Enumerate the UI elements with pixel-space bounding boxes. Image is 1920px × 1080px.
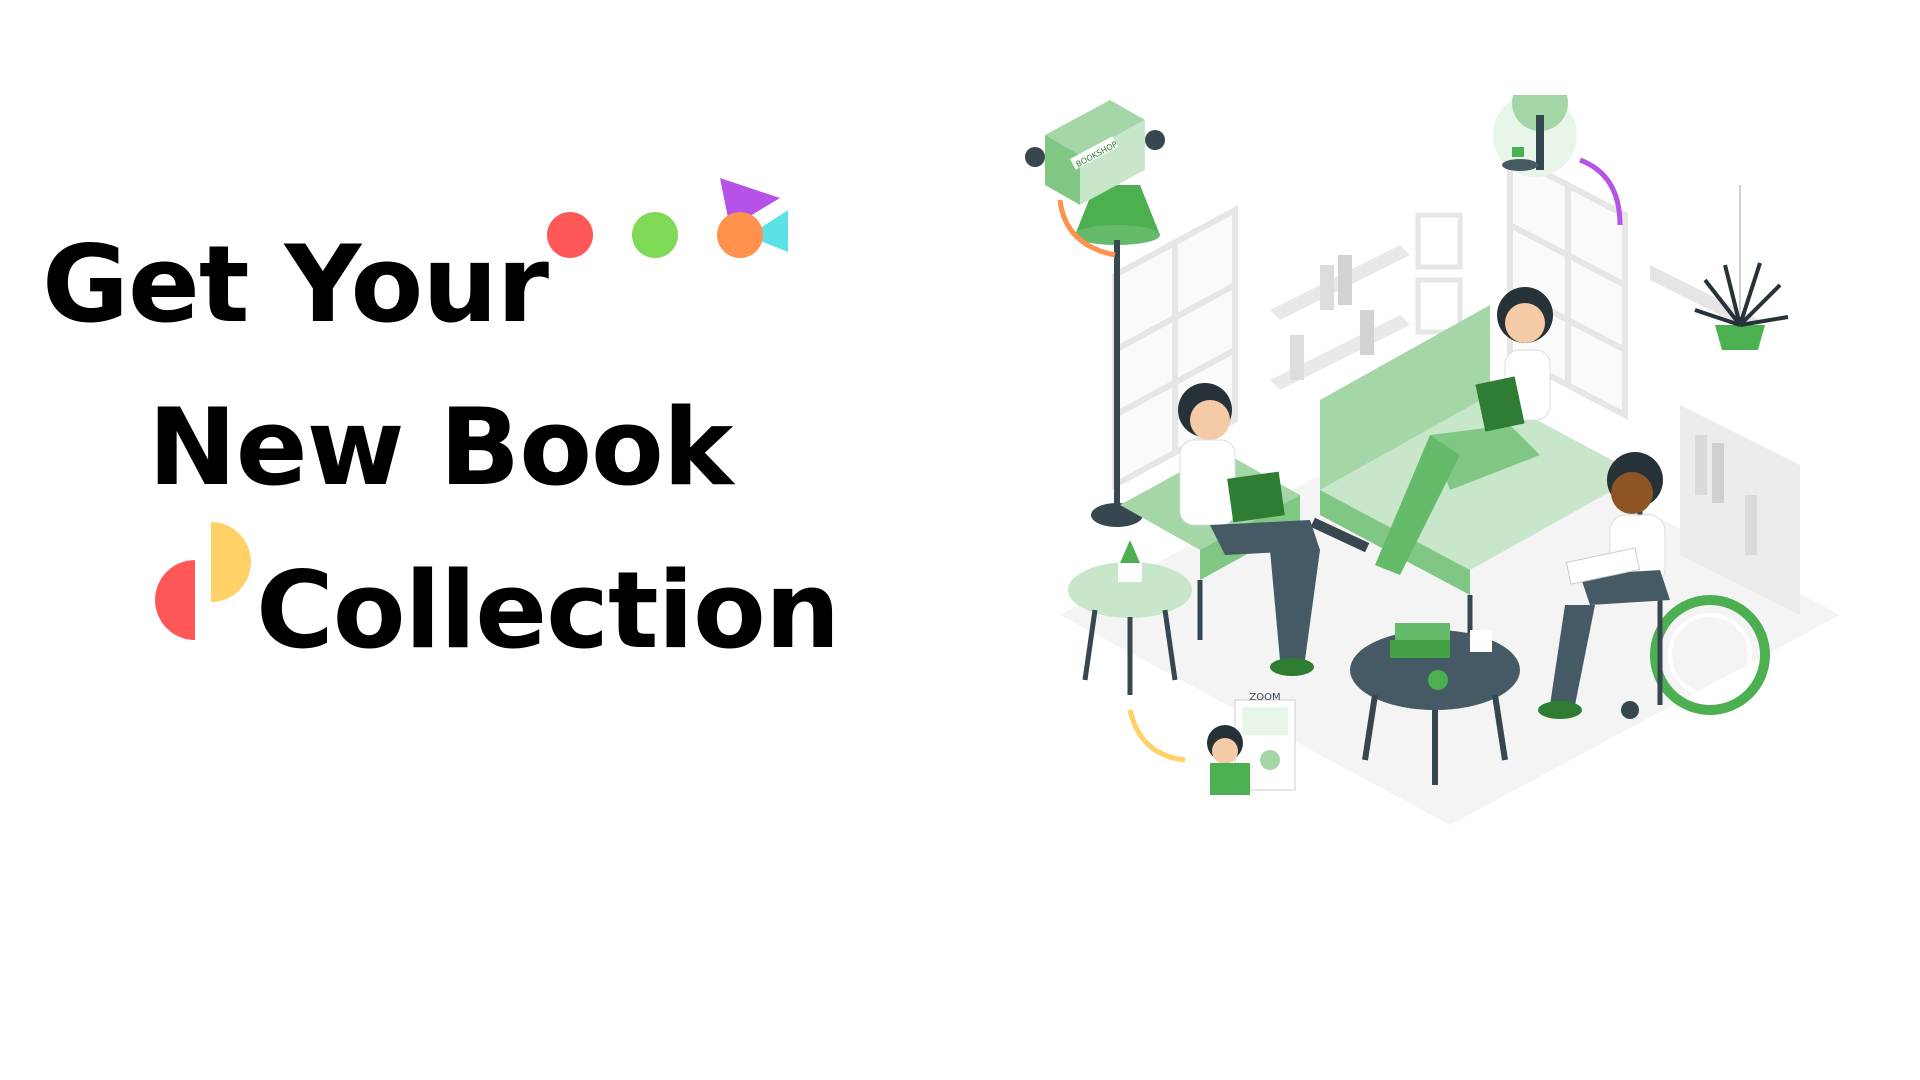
green-dot-icon: [632, 212, 678, 258]
headline-line-1: Get Your: [42, 223, 549, 346]
tree-reading-badge: [1493, 95, 1577, 177]
headline-line-2: New Book: [148, 386, 733, 509]
decorative-half-circles: [155, 522, 251, 640]
yellow-half-circle-icon: [211, 522, 251, 602]
comic-reading-badge: ZOOM: [1207, 692, 1296, 795]
orange-dot-icon: [717, 212, 763, 258]
reading-room-illustration: BOOKSHOP ZOOM: [1025, 95, 1840, 825]
decorative-dots: [547, 178, 788, 258]
hanging-plant: [1694, 185, 1789, 350]
red-dot-icon: [547, 212, 593, 258]
bookshop-badge: BOOKSHOP: [1025, 100, 1165, 205]
headline-line-3: Collection: [256, 549, 840, 672]
red-half-circle-icon: [155, 560, 195, 640]
comic-sign: ZOOM: [1249, 692, 1280, 703]
connector-yellow: [1127, 709, 1186, 763]
